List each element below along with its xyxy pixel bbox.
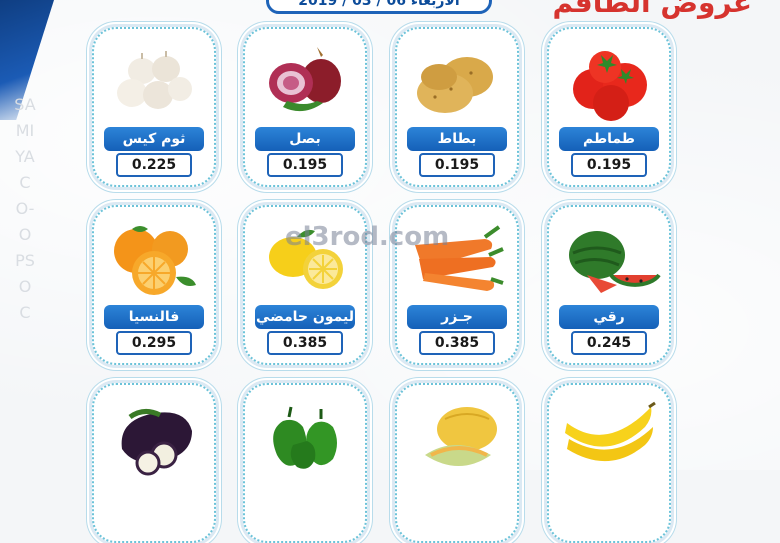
product-price: 0.195 — [571, 153, 647, 177]
product-price: 0.195 — [267, 153, 343, 177]
product-name: فالنسيا — [104, 305, 204, 329]
product-card[interactable]: فالنسيا 0.295 — [92, 205, 216, 365]
product-price: 0.225 — [116, 153, 192, 177]
product-name: رقي — [559, 305, 659, 329]
product-name: ليمون حامضي — [255, 305, 355, 329]
product-name: بصل — [255, 127, 355, 151]
potato-icon — [405, 37, 509, 125]
onion-icon — [253, 37, 357, 125]
product-card[interactable]: بصل 0.195 — [243, 27, 367, 187]
pepper-icon — [253, 393, 357, 481]
orange-icon — [102, 215, 206, 303]
product-card[interactable]: طماطم 0.195 — [547, 27, 671, 187]
melon-icon — [405, 393, 509, 481]
product-price: 0.295 — [116, 331, 192, 355]
product-card[interactable]: ثوم كيس 0.225 — [92, 27, 216, 187]
tomato-icon — [557, 37, 661, 125]
watermelon-icon — [557, 215, 661, 303]
product-card[interactable] — [395, 383, 519, 543]
banana-icon — [557, 393, 661, 481]
product-price: 0.385 — [267, 331, 343, 355]
product-price: 0.245 — [571, 331, 647, 355]
product-name: ثوم كيس — [104, 127, 204, 151]
product-card[interactable] — [92, 383, 216, 543]
garlic-icon — [102, 37, 206, 125]
product-card[interactable]: رقي 0.245 — [547, 205, 671, 365]
product-price: 0.195 — [419, 153, 495, 177]
product-price: 0.385 — [419, 331, 495, 355]
product-card[interactable]: بطاط 0.195 — [395, 27, 519, 187]
product-card[interactable] — [243, 383, 367, 543]
watermark: el3rod.com — [285, 222, 450, 252]
product-name: جـزر — [407, 305, 507, 329]
product-card[interactable] — [547, 383, 671, 543]
product-name: طماطم — [559, 127, 659, 151]
eggplant-icon — [102, 393, 206, 481]
product-name: بطاط — [407, 127, 507, 151]
